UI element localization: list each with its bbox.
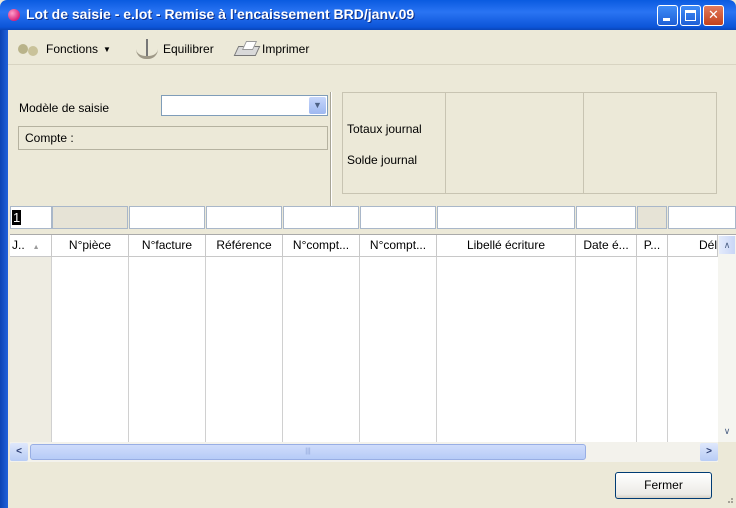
grid-column-compte1 [283,257,360,443]
maximize-icon [685,10,696,21]
grid-column-facture [129,257,206,443]
grid-column-p [637,257,668,443]
fermer-button[interactable]: Fermer [615,472,712,499]
grid-column-date [576,257,637,443]
imprimer-label: Imprimer [262,42,310,56]
window-title: Lot de saisie - e.lot - Remise à l'encai… [26,6,415,22]
scroll-down-button[interactable]: ∨ [719,422,735,440]
chevron-down-icon: ▼ [313,100,322,110]
close-button[interactable]: ✕ [703,5,724,26]
toolbar: Fonctions ▼ Equilibrer Imprimer [8,30,736,65]
grid-column-del [668,257,718,443]
column-header-compte1[interactable]: N°compt... [283,235,360,257]
horizontal-scrollbar[interactable]: < ||| > [10,442,718,462]
grid-column-journal [10,257,52,443]
close-icon: ✕ [708,8,719,23]
entry-journal-field[interactable]: 1 [10,206,52,229]
totals-panel: Totaux journal Solde journal [342,92,717,194]
panel-divider [330,92,332,206]
form-panel: Modèle de saisie ▼ Compte : [8,90,330,206]
column-header-p[interactable]: P... [637,235,668,257]
gears-icon [16,40,42,58]
title-bar[interactable]: Lot de saisie - e.lot - Remise à l'encai… [0,0,736,30]
resize-grip-icon[interactable] [728,498,734,504]
dropdown-caret-icon: ▼ [103,44,111,54]
totals-debit-column [445,93,584,193]
app-icon [8,9,20,21]
printer-icon [233,39,259,59]
scrollbar-thumb[interactable]: ||| [30,444,586,460]
grid-column-reference [206,257,283,443]
totaux-journal-label: Totaux journal [347,122,422,136]
column-header-del[interactable]: Dél [668,235,718,257]
grid-column-compte2 [360,257,437,443]
window-left-border [0,30,8,508]
equilibrer-button[interactable]: Equilibrer [134,39,214,59]
ecritures-grid[interactable]: J.. ▲ N°pièce N°facture Référence N°compt… [10,234,736,443]
fonctions-label: Fonctions [46,42,99,56]
entry-libelle-field[interactable] [437,206,575,229]
balance-scale-icon [134,38,160,60]
column-header-date[interactable]: Date é... [576,235,637,257]
entry-facture-field[interactable] [129,206,205,229]
chevron-right-icon: > [706,446,712,457]
entry-piece-field [52,206,128,229]
sort-up-icon: ▲ [32,244,40,251]
entry-p-field [637,206,667,229]
column-header-piece[interactable]: N°pièce [52,235,129,257]
imprimer-button[interactable]: Imprimer [233,39,309,59]
column-header-compte2[interactable]: N°compt... [360,235,437,257]
compte-label: Compte : [25,131,74,145]
scrollbar-corner [718,442,736,462]
column-header-reference[interactable]: Référence [206,235,283,257]
modele-dropdown-button[interactable]: ▼ [309,97,326,114]
equilibrer-label: Equilibrer [163,42,214,56]
column-header-facture[interactable]: N°facture [129,235,206,257]
minimize-icon [663,18,670,21]
entry-reference-field[interactable] [206,206,282,229]
fonctions-menu-button[interactable]: Fonctions ▼ [16,39,111,59]
scroll-right-button[interactable]: > [700,443,718,461]
column-header-journal[interactable]: J.. ▲ [10,235,52,257]
scroll-left-button[interactable]: < [10,443,28,461]
chevron-left-icon: < [16,446,22,457]
entry-del-field[interactable] [668,206,736,229]
entry-date-field[interactable] [576,206,636,229]
grid-column-piece [52,257,129,443]
column-header-libelle[interactable]: Libellé écriture [437,235,576,257]
modele-select[interactable]: ▼ [161,95,328,116]
column-header-label: J.. [12,238,25,252]
compte-field: Compte : [18,126,328,150]
minimize-button[interactable] [657,5,678,26]
modele-label: Modèle de saisie [19,101,110,115]
chevron-up-icon: ∧ [723,240,731,250]
entry-row: 1 [10,206,736,230]
entry-journal-value: 1 [12,210,22,225]
scroll-up-button[interactable]: ∧ [719,236,735,254]
solde-journal-label: Solde journal [347,153,418,167]
vertical-scrollbar[interactable]: ∧ ∨ [718,236,736,442]
chevron-down-icon: ∨ [723,426,731,436]
entry-compte1-field[interactable] [283,206,359,229]
entry-compte2-field[interactable] [360,206,436,229]
totals-labels-column: Totaux journal Solde journal [343,93,446,193]
grid-column-libelle [437,257,576,443]
maximize-button[interactable] [680,5,701,26]
